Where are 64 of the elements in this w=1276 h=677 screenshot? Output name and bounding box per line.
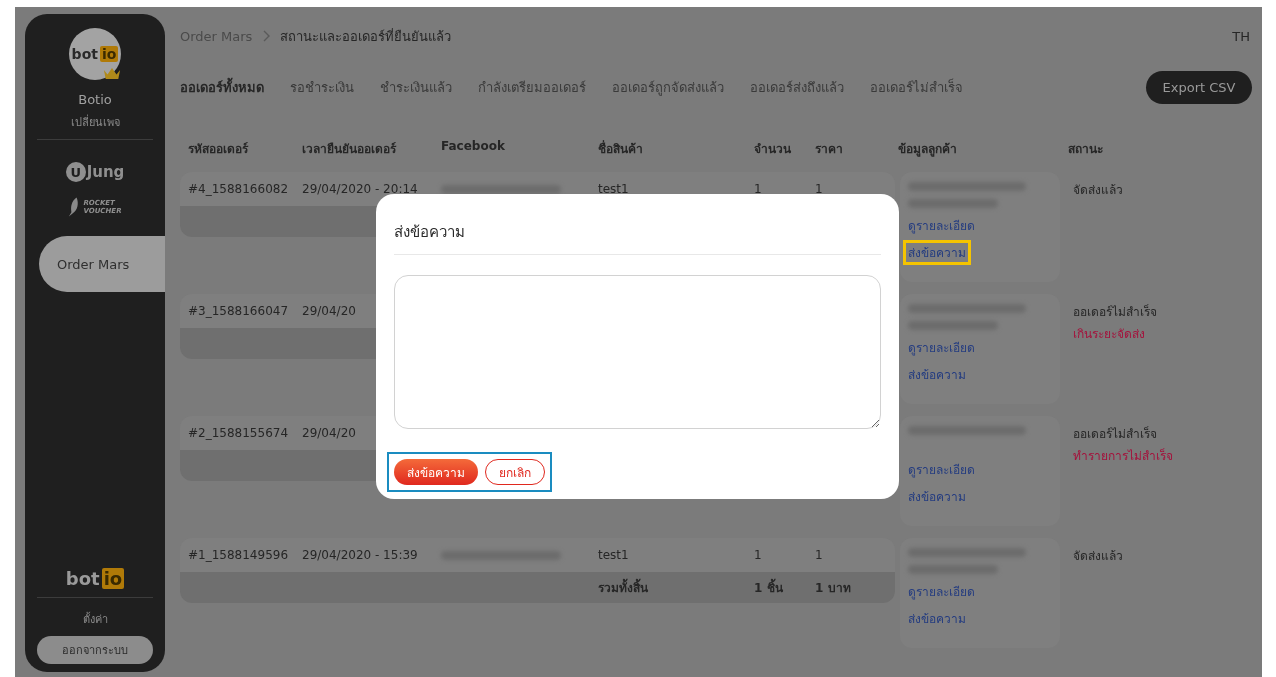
table-cell-text: 29/04/2020 - 15:39 [302,548,419,562]
send-message-link[interactable]: ส่งข้อความ [903,362,971,387]
tab[interactable]: ออเดอร์ส่งถึงแล้ว [750,77,844,98]
column-header: เวลายืนยันออเดอร์ [302,141,398,158]
sidebar-item[interactable]: Order Mars [39,236,165,292]
total-price: 1 บาท [815,580,852,597]
tab[interactable]: ชำระเงินแล้ว [380,77,452,98]
details-link[interactable]: ดูรายละเอียด [903,213,980,238]
table-cell-text: #1_1588149596 [187,548,290,562]
details-link[interactable]: ดูรายละเอียด [903,457,980,482]
table-cell-text: test1 [598,548,630,562]
details-link[interactable]: ดูรายละเอียด [903,335,980,360]
tab[interactable]: ออเดอร์ไม่สำเร็จ [870,77,963,98]
column-header: จำนวน [754,141,792,158]
table-cell-text: 1 [815,548,824,562]
status-reason: เกินระยะจัดส่ง [1073,326,1146,343]
total-quantity: 1 ชิ้น [754,578,815,597]
status-text: จัดส่งแล้ว [1073,182,1123,199]
switch-page-link[interactable]: เปลี่ยนเพจ [70,113,120,131]
dialog-title: ส่งข้อความ [394,222,466,243]
table-cell-text: 29/04/20 [302,304,357,318]
send-message-link[interactable]: ส่งข้อความ [903,606,971,631]
send-message-link[interactable]: ส่งข้อความ [903,484,971,509]
settings-link[interactable]: ตั้งค่า [82,610,108,628]
export-csv-button[interactable]: Export CSV [1146,71,1252,104]
column-header: รหัสออเดอร์ [187,141,250,158]
total-label: รวมทั้งสิ้น [598,578,754,597]
table-cell-text: 29/04/20 [302,426,357,440]
tab[interactable]: รอชำระเงิน [290,77,354,98]
language-label[interactable]: TH [1232,28,1250,44]
ujung-logo[interactable]: U Jung [65,162,125,182]
status-text: ออเดอร์ไม่สำเร็จ [1073,425,1158,443]
status-reason: ทำรายการไม่สำเร็จ [1073,447,1173,465]
botio-logo: bot io [71,46,119,62]
breadcrumb-item: สถานะและออเดอร์ที่ยืนยันแล้ว [280,27,452,46]
details-link[interactable]: ดูรายละเอียด [903,579,980,604]
column-header: ราคา [815,141,844,158]
table-cell-text: 29/04/2020 - 20:14 [302,182,419,196]
column-header: Facebook [441,139,506,155]
status-text: ออเดอร์ไม่สำเร็จ [1073,303,1157,321]
table-cell-text: 1 [754,548,763,562]
botio-logo: bot io [65,568,125,589]
table-cell-text: #2_1588155674 [187,426,290,440]
tab[interactable]: ออเดอร์ถูกจัดส่งแล้ว [612,77,724,98]
column-header: ข้อมูลลูกค้า [897,141,958,158]
column-header: สถานะ [1068,141,1104,158]
column-header: ชื่อสินค้า [598,139,644,158]
logout-button[interactable]: ออกจากระบบ [37,636,153,664]
table-cell-text: 1 [815,182,824,196]
cancel-button[interactable]: ยกเลิก [485,459,545,485]
send-button[interactable]: ส่งข้อความ [394,459,478,485]
page-name: Botio [78,92,112,107]
status-text: จัดส่งแล้ว [1073,548,1123,565]
page-avatar[interactable]: bot io [69,28,121,80]
table-cell-text: 1 [754,182,763,196]
table-cell-text: #3_1588166047 [187,304,290,318]
tab[interactable]: กำลังเตรียมออเดอร์ [478,77,586,98]
message-field[interactable] [394,275,881,429]
crown-icon [103,67,121,80]
tab[interactable]: ออเดอร์ทั้งหมด [180,77,264,98]
send-message-link[interactable]: ส่งข้อความ [903,240,971,265]
table-cell-text: #4_1588166082 [187,182,290,196]
table-cell-text: test1 [598,182,630,196]
chevron-right-icon [262,30,271,42]
